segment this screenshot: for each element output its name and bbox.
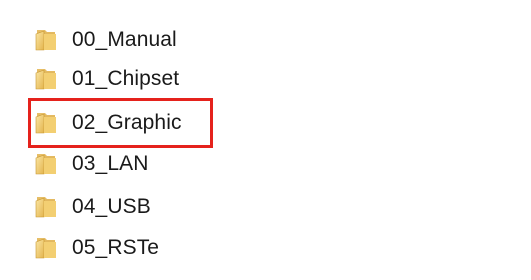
folder-icon xyxy=(34,67,60,91)
folder-name: 00_Manual xyxy=(72,28,177,51)
folder-name: 05_RSTe xyxy=(72,236,160,259)
folder-icon xyxy=(34,111,60,135)
folder-item-02-graphic[interactable]: 02_Graphic xyxy=(34,106,182,140)
folder-item-00-manual[interactable]: 00_Manual xyxy=(34,23,177,57)
folder-item-03-lan[interactable]: 03_LAN xyxy=(34,147,149,181)
folder-name: 01_Chipset xyxy=(72,67,180,90)
folder-icon xyxy=(34,152,60,176)
folder-item-05-rste[interactable]: 05_RSTe xyxy=(34,231,159,265)
folder-item-01-chipset[interactable]: 01_Chipset xyxy=(34,62,179,96)
folder-icon xyxy=(34,236,60,260)
folder-list: 00_Manual 01_Chipset 02_Graphic 03_LAN 0… xyxy=(0,0,531,280)
folder-icon xyxy=(34,28,60,52)
folder-name: 02_Graphic xyxy=(72,111,182,134)
folder-icon xyxy=(34,195,60,219)
folder-name: 03_LAN xyxy=(72,152,149,175)
folder-item-04-usb[interactable]: 04_USB xyxy=(34,190,151,224)
folder-name: 04_USB xyxy=(72,195,151,218)
